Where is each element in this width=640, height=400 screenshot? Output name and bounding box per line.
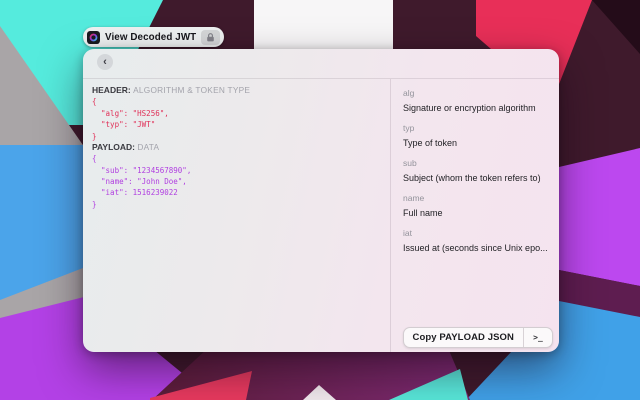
copy-payload-json-button[interactable]: Copy PAYLOAD JSON >_ — [403, 327, 553, 348]
claim-entry: iat Issued at (seconds since Unix epo... — [403, 228, 551, 254]
app-icon — [87, 31, 100, 44]
window-title-pill[interactable]: View Decoded JWT — [83, 27, 224, 47]
decoded-json-pane: HEADER: ALGORITHM & TOKEN TYPE { "alg": … — [83, 79, 391, 352]
claim-term: sub — [403, 158, 551, 168]
claim-term: typ — [403, 123, 551, 133]
bg-purple-right-shape — [559, 148, 640, 286]
payload-section-label: PAYLOAD: DATA — [92, 142, 390, 153]
lock-keycap — [201, 30, 220, 45]
lock-icon — [205, 32, 216, 43]
claim-entry: typ Type of token — [403, 123, 551, 149]
claim-description: Subject (whom the token refers to) — [403, 172, 551, 184]
claim-entry: sub Subject (whom the token refers to) — [403, 158, 551, 184]
claim-entry: name Full name — [403, 193, 551, 219]
claim-description: Full name — [403, 207, 551, 219]
payload-sublabel: DATA — [137, 142, 159, 152]
payload-label: PAYLOAD: — [92, 142, 135, 152]
header-json-code: { "alg": "HS256", "typ": "JWT" } — [92, 96, 390, 142]
header-label: HEADER: — [92, 85, 131, 95]
claim-description: Type of token — [403, 137, 551, 149]
claim-term: alg — [403, 88, 551, 98]
window-toolbar: ‹ — [83, 49, 559, 79]
claim-description: Signature or encryption algorithm — [403, 102, 551, 114]
chevron-left-icon: ‹ — [103, 57, 107, 68]
claims-pane: alg Signature or encryption algorithm ty… — [391, 79, 559, 352]
back-button[interactable]: ‹ — [97, 54, 113, 70]
payload-json-code: { "sub": "1234567890", "name": "John Doe… — [92, 153, 390, 210]
pill-title: View Decoded JWT — [105, 32, 196, 43]
claim-entry: alg Signature or encryption algorithm — [403, 88, 551, 114]
claim-description: Issued at (seconds since Unix epo... — [403, 242, 551, 254]
claim-term: iat — [403, 228, 551, 238]
copy-button-label: Copy PAYLOAD JSON — [404, 328, 523, 347]
claim-term: name — [403, 193, 551, 203]
window-content: HEADER: ALGORITHM & TOKEN TYPE { "alg": … — [83, 79, 559, 352]
jwt-window: ‹ HEADER: ALGORITHM & TOKEN TYPE { "alg"… — [83, 49, 559, 352]
desktop: View Decoded JWT ‹ HEADER: ALGORITHM & T… — [0, 0, 640, 400]
header-section-label: HEADER: ALGORITHM & TOKEN TYPE — [92, 85, 390, 96]
terminal-prompt-icon: >_ — [524, 328, 552, 347]
header-sublabel: ALGORITHM & TOKEN TYPE — [133, 85, 250, 95]
